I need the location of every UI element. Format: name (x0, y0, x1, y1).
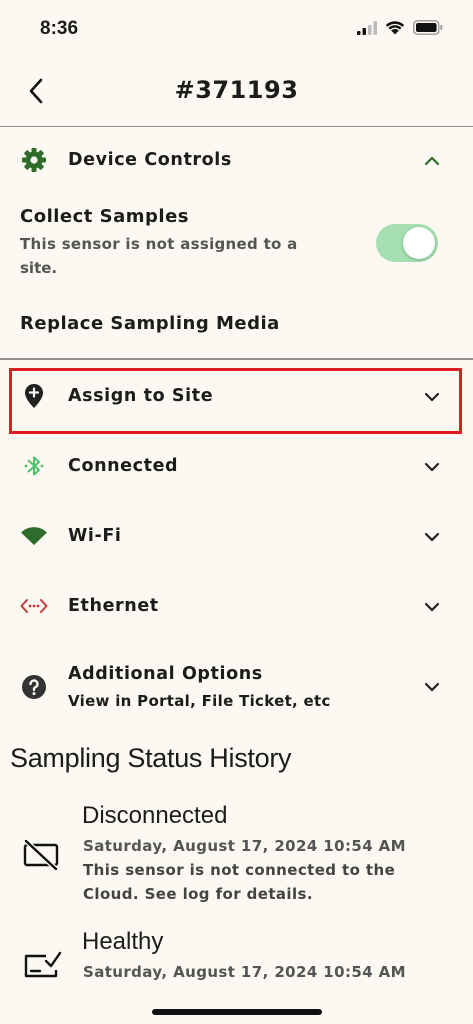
chevron-down-icon (421, 456, 443, 478)
page-title: #371193 (174, 76, 299, 104)
collect-samples-toggle[interactable] (376, 224, 438, 262)
history-timestamp: Saturday, August 17, 2024 10:54 AM (83, 837, 406, 855)
bluetooth-icon (20, 452, 48, 480)
wifi-label: Wi-Fi (68, 526, 122, 546)
collect-samples-description-cont: site. (20, 259, 58, 277)
replace-sampling-media-button[interactable]: Replace Sampling Media (20, 313, 280, 334)
gear-icon (20, 146, 48, 174)
history-status: Healthy (82, 928, 164, 955)
wifi-status-icon (385, 21, 405, 35)
nav-header: #371193 (0, 58, 473, 127)
disconnected-icon (22, 838, 60, 871)
collect-samples-label: Collect Samples (20, 206, 190, 227)
home-indicator-area (0, 980, 473, 1024)
ethernet-icon (20, 592, 48, 620)
connected-label: Connected (68, 456, 179, 476)
help-circle-icon (20, 673, 48, 701)
history-title: Sampling Status History (10, 743, 292, 773)
battery-icon (413, 20, 443, 35)
chevron-down-icon (421, 386, 443, 408)
chevron-up-icon (421, 150, 443, 172)
additional-options-label: Additional Options (68, 664, 263, 684)
ethernet-row[interactable]: Ethernet (0, 586, 473, 628)
status-bar: 8:36 (0, 0, 473, 58)
device-controls-label: Device Controls (68, 150, 232, 170)
history-status: Disconnected (82, 802, 228, 829)
history-timestamp: Saturday, August 17, 2024 10:54 AM (83, 963, 406, 981)
device-controls-header[interactable]: Device Controls (0, 140, 473, 182)
history-message: This sensor is not connected to the (83, 861, 396, 879)
chevron-down-icon (421, 596, 443, 618)
chevron-down-icon (421, 676, 443, 698)
section-divider (0, 358, 473, 360)
healthy-check-icon (22, 950, 62, 980)
additional-options-row[interactable]: Additional Options View in Portal, File … (0, 660, 473, 718)
cellular-signal-icon (357, 20, 377, 35)
status-time: 8:36 (40, 18, 79, 39)
assign-to-site-row[interactable]: Assign to Site (0, 376, 473, 418)
location-plus-icon (20, 382, 48, 410)
history-message-cont: Cloud. See log for details. (83, 885, 313, 903)
wifi-icon (20, 522, 48, 550)
status-icons (357, 20, 443, 35)
additional-options-subtitle: View in Portal, File Ticket, etc (68, 692, 331, 710)
connected-row[interactable]: Connected (0, 446, 473, 488)
wifi-row[interactable]: Wi-Fi (0, 516, 473, 558)
toggle-knob (403, 227, 435, 259)
ethernet-label: Ethernet (68, 596, 159, 616)
collect-samples-description: This sensor is not assigned to a (20, 235, 298, 253)
chevron-down-icon (421, 526, 443, 548)
home-indicator[interactable] (152, 1009, 322, 1015)
assign-to-site-label: Assign to Site (68, 386, 214, 406)
